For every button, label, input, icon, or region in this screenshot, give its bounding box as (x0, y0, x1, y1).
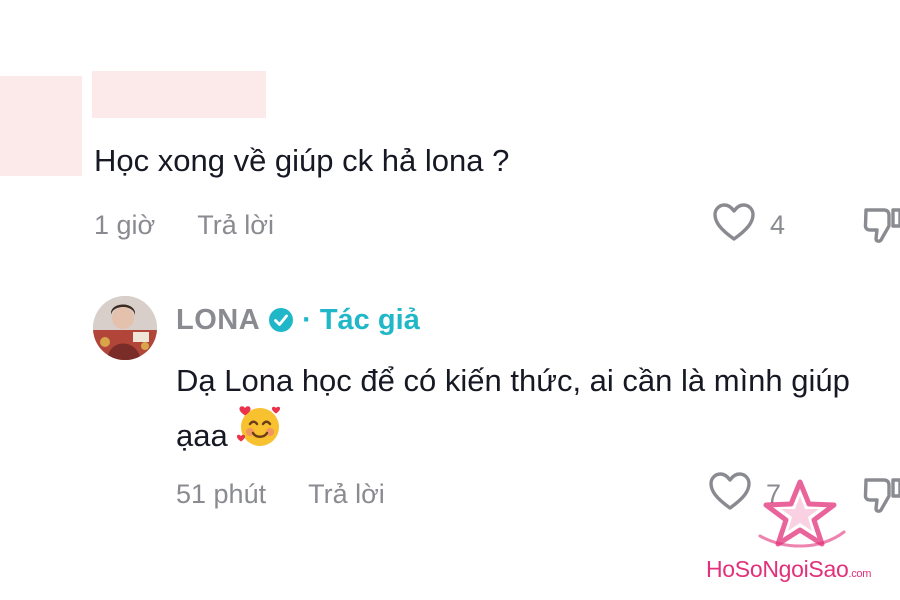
author-name[interactable]: LONA (176, 304, 260, 337)
author-tag: Tác giả (319, 303, 420, 336)
reply-time: 51 phút (176, 478, 267, 509)
redacted-username (92, 71, 266, 118)
comment-meta: 1 giờ Trả lời (94, 205, 274, 245)
reply-text-block: Dạ Lona học để có kiến thức, ai cần là m… (176, 353, 876, 467)
redacted-avatar (0, 76, 82, 176)
watermark-domain: .com (848, 568, 872, 580)
author-separator: · (302, 303, 312, 336)
comment-text: Học xong về giúp ck hả lona ? (94, 143, 510, 178)
smiling-face-with-hearts-icon (236, 402, 284, 467)
comment-like-button[interactable]: 4 (712, 202, 786, 245)
watermark-logo: HoSoNgoiSao.com (706, 478, 896, 588)
comment-time: 1 giờ (94, 209, 156, 240)
watermark-brand: HoSoNgoiSao (706, 556, 849, 582)
comment-like-count: 4 (770, 209, 786, 240)
watermark-text: HoSoNgoiSao.com (706, 556, 871, 583)
reply-author-row: LONA · Tác giả (176, 298, 420, 342)
thumbs-down-icon (862, 208, 900, 252)
avatar[interactable] (93, 296, 157, 360)
heart-icon (712, 202, 756, 249)
star-logo-icon (756, 478, 846, 559)
reply-meta: 51 phút Trả lời (176, 474, 385, 514)
comment-reply-button[interactable]: Trả lời (197, 210, 274, 241)
reply-reply-button[interactable]: Trả lời (308, 479, 385, 510)
comment-dislike-button[interactable] (862, 204, 900, 253)
verified-badge-icon (268, 307, 294, 333)
